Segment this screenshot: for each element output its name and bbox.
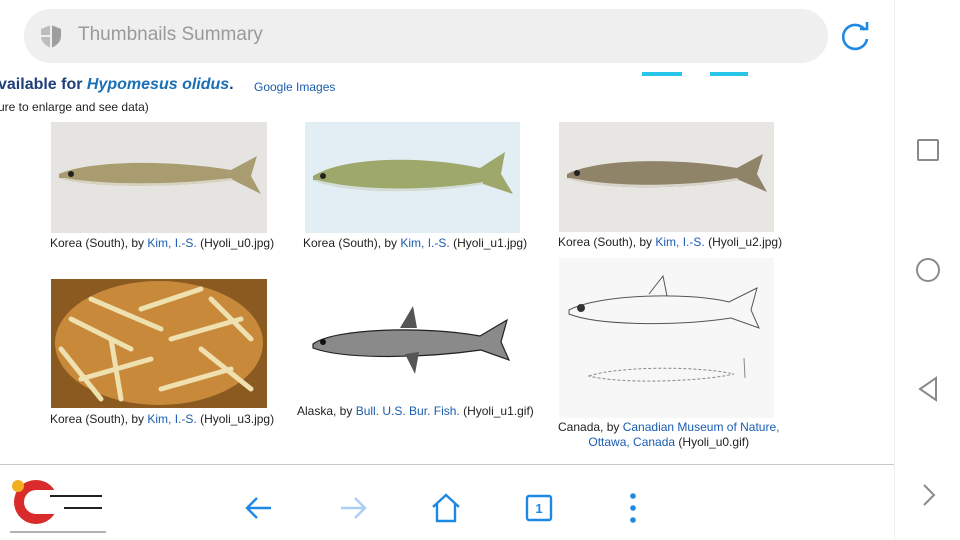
system-nav-bar [894, 0, 960, 540]
species-name: Hypomesus olidus [86, 76, 230, 93]
url-text[interactable]: Thumbnails Summary [78, 24, 263, 46]
google-images-link[interactable]: Google Images [254, 80, 335, 94]
author-link[interactable]: Bull. U.S. Bur. Fish. [356, 404, 460, 418]
more-menu-button[interactable] [615, 490, 651, 526]
browser-top-bar: Thumbnails Summary [0, 0, 894, 72]
more-vert-icon [630, 493, 636, 523]
fish-photo-thumbnail[interactable] [559, 122, 774, 232]
triangle-back-icon[interactable] [912, 373, 944, 405]
author-link[interactable]: Canadian Museum of Nature, [623, 420, 780, 434]
tab-count: 1 [535, 500, 543, 516]
author-link[interactable]: Kim, I.-S. [400, 236, 449, 250]
home-icon [432, 493, 460, 523]
circle-icon[interactable] [912, 254, 944, 286]
thumbnail-caption: Alaska, by Bull. U.S. Bur. Fish. (Hyoli_… [297, 404, 534, 418]
back-arrow-icon [245, 497, 271, 519]
shield-icon[interactable] [38, 23, 64, 49]
fish-line-drawing-thumbnail[interactable] [559, 258, 774, 418]
forward-button[interactable] [335, 490, 371, 526]
author-link[interactable]: Kim, I.-S. [655, 235, 704, 249]
thumbnail-caption: Korea (South), by Kim, I.-S. (Hyoli_u2.j… [558, 235, 783, 249]
site-logo [10, 480, 106, 533]
thumbnail-caption: Korea (South), by Kim, I.-S. (Hyoli_u1.j… [303, 236, 528, 250]
author-link[interactable]: Kim, I.-S. [147, 412, 196, 426]
home-button[interactable] [428, 490, 464, 526]
fish-drawing-thumbnail[interactable] [305, 298, 520, 384]
thumbnail-caption: Canada, by Canadian Museum of Nature, Ot… [558, 420, 780, 449]
page-heading: vailable for Hypomesus olidus. [0, 76, 234, 93]
back-button[interactable] [241, 490, 277, 526]
fish-photo-thumbnail[interactable] [305, 122, 520, 233]
author-link[interactable]: Kim, I.-S. [147, 236, 196, 250]
chevron-right-icon[interactable] [912, 479, 944, 511]
reload-icon[interactable] [838, 20, 872, 54]
tabs-button[interactable]: 1 [521, 490, 557, 526]
page-content: vailable for Hypomesus olidus. Google Im… [0, 72, 894, 467]
cut-off-top-line [578, 72, 840, 78]
enlarge-hint: ure to enlarge and see data) [0, 100, 149, 114]
url-bar[interactable]: Thumbnails Summary [24, 9, 828, 63]
square-icon[interactable] [912, 134, 944, 166]
fish-pile-photo-thumbnail[interactable] [51, 279, 267, 408]
forward-arrow-icon [341, 497, 367, 519]
browser-bottom-bar: 1 [0, 466, 894, 540]
fish-photo-thumbnail[interactable] [51, 122, 267, 233]
divider [0, 464, 894, 465]
author-link[interactable]: Ottawa, Canada [588, 435, 675, 449]
thumbnail-caption: Korea (South), by Kim, I.-S. (Hyoli_u0.j… [50, 236, 275, 250]
browser-screen: Thumbnails Summary vailable for Hypomesu… [0, 0, 960, 540]
thumbnail-caption: Korea (South), by Kim, I.-S. (Hyoli_u3.j… [50, 412, 275, 426]
